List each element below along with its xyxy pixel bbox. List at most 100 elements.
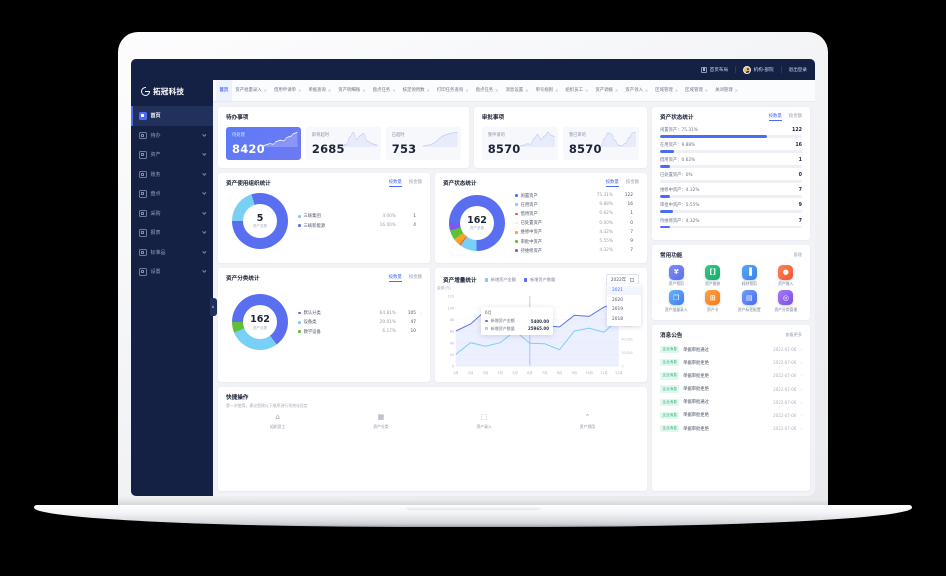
year-option[interactable]: 2019 [607, 305, 641, 315]
year-option[interactable]: 2018 [607, 315, 641, 325]
tab-13[interactable]: 资产领入 ✕ [622, 80, 652, 101]
tab-7[interactable]: 打印任务查询 ✕ [433, 80, 472, 101]
toggle-by-amount[interactable]: 按金额 [789, 113, 802, 121]
legend-item[interactable]: 待维修资产 4.32% 7 [515, 246, 639, 255]
legend-item[interactable]: 三峡集团 4.00% 1 [298, 212, 422, 221]
legend-item[interactable]: 教学设备 6.17% 10 [298, 327, 422, 336]
close-icon[interactable]: ✕ [525, 80, 528, 101]
announcement-row[interactable]: 企业消息 单据审批拒绝 2022-07-06 › [660, 369, 802, 382]
org-card-toggle[interactable]: 按数量 按金额 [388, 179, 422, 187]
announcement-row[interactable]: 企业消息 单据审批拒绝 2022-07-06 › [660, 409, 802, 422]
sidebar-item-6[interactable]: 报表 [131, 223, 213, 243]
year-option[interactable]: 2021 [607, 285, 641, 296]
quick-action[interactable]: ⌂ 组织员工 [226, 413, 329, 430]
stat-card-1[interactable]: 即将超时 2685 [305, 127, 381, 160]
close-icon[interactable]: ✕ [495, 80, 498, 101]
legend-item[interactable]: 闲置资产 75.31% 122 [515, 191, 639, 200]
tab-16[interactable]: 关闭管理 ✕ [712, 80, 742, 101]
legend-item[interactable]: 设备类 29.01% 47 [298, 318, 422, 327]
status-bar-row[interactable]: 已处置资产：0% 0 [660, 172, 802, 183]
tab-3[interactable]: 单据查询 ✕ [305, 80, 335, 101]
functions-manage-link[interactable]: 管理 [794, 252, 802, 258]
function-tile[interactable]: ● 资产借入 [769, 264, 804, 287]
legend-item[interactable]: 审批中资产 5.55% 9 [515, 237, 639, 246]
growth-legend-count[interactable]: 新增资产数量 [523, 277, 555, 283]
tab-14[interactable]: 区域管理 ✕ [652, 80, 682, 101]
status-bar-row[interactable]: 审批中资产：5.55% 9 [660, 202, 802, 214]
status-bar-row[interactable]: 维修中资产：4.32% 7 [660, 187, 802, 198]
close-icon[interactable]: ✕ [427, 80, 430, 101]
function-tile[interactable]: ¥ 资产领用 [659, 264, 694, 287]
status-card-toggle[interactable]: 按数量 按金额 [605, 179, 639, 187]
close-icon[interactable]: ✕ [392, 80, 395, 101]
stat-card-0[interactable]: 待处理 8420 [226, 127, 301, 160]
status-bar-row[interactable]: 待维修资产：4.32% 7 [660, 218, 802, 229]
announcement-row[interactable]: 企业消息 单据审批通过 2022-07-06 › [660, 396, 802, 409]
announcement-row[interactable]: 企业消息 单据审批拒绝 2022-07-06 › [660, 422, 802, 435]
toggle-by-count[interactable]: 按数量 [388, 179, 402, 187]
close-icon[interactable]: ✕ [328, 80, 331, 101]
year-dropdown-menu[interactable]: 2021 2020 2019 2018 [607, 284, 641, 326]
close-icon[interactable]: ✕ [735, 80, 738, 101]
toggle-by-amount[interactable]: 按金额 [409, 274, 422, 282]
close-icon[interactable]: ✕ [555, 80, 558, 101]
announcement-row[interactable]: 企业消息 单据审批拒绝 2022-07-06 › [660, 356, 802, 369]
sidebar-collapse-button[interactable] [210, 298, 217, 316]
sidebar-item-0[interactable]: 首页 [131, 106, 213, 126]
year-option[interactable]: 2020 [607, 295, 641, 305]
tab-2[interactable]: 借用申请单 ✕ [271, 80, 305, 101]
close-icon[interactable]: ✕ [465, 80, 468, 101]
class-card-toggle[interactable]: 按数量 按金额 [388, 274, 422, 283]
toggle-by-amount[interactable]: 按金额 [409, 179, 422, 187]
close-icon[interactable]: ✕ [645, 80, 648, 101]
topbar-item-account[interactable]: 机构-部院 [743, 65, 774, 74]
quick-action[interactable]: ⌃ 资产领用 [536, 413, 639, 430]
tab-10[interactable]: 单号规则 ✕ [532, 80, 562, 101]
sidebar-item-7[interactable]: 标准品 [131, 243, 213, 263]
tab-5[interactable]: 盘点任务 ✕ [369, 80, 399, 101]
sidebar-item-3[interactable]: 账务 [131, 165, 213, 185]
tab-1[interactable]: 资产批量录入 ✕ [232, 80, 271, 101]
function-tile[interactable]: ⊞ 资产卡 [696, 290, 731, 312]
sidebar-item-8[interactable]: 设置 [131, 262, 213, 282]
tab-4[interactable]: 资产明细账 ✕ [335, 80, 369, 101]
close-icon[interactable]: ✕ [585, 80, 588, 101]
announcement-row[interactable]: 企业消息 单据审批拒绝 2022-07-06 › [660, 382, 802, 395]
topbar-item-layout[interactable]: 首页布局 [701, 66, 728, 73]
function-tile[interactable]: ▐ 耗材领用 [732, 264, 767, 287]
legend-item[interactable]: 在用资产 9.88% 16 [515, 200, 639, 209]
stat-card-0[interactable]: 我申请的 8570 [481, 127, 558, 160]
close-icon[interactable]: ✕ [675, 80, 678, 101]
status-panel-toggle[interactable]: 按数量 按金额 [768, 113, 802, 121]
tab-11[interactable]: 组织员工 ✕ [562, 80, 592, 101]
function-tile[interactable]: ◎ 资产分类管理 [769, 290, 804, 312]
topbar-item-logout[interactable]: 退出登录 [789, 67, 807, 73]
sidebar-item-1[interactable]: 待办 [131, 126, 213, 146]
toggle-by-amount[interactable]: 按金额 [626, 179, 639, 187]
toggle-by-count[interactable]: 按数量 [605, 179, 619, 187]
legend-item[interactable]: 借用资产 0.62% 1 [515, 209, 639, 218]
tab-15[interactable]: 区域管理 ✕ [682, 80, 712, 101]
function-tile[interactable]: [] 资产维修 [696, 264, 731, 287]
sidebar-item-5[interactable]: 采购 [131, 204, 213, 224]
function-tile[interactable]: ❐ 资产批量录入 [659, 290, 694, 312]
tab-bar[interactable]: 首页 资产批量录入 ✕ 借用申请单 ✕ 单据查询 ✕ 资产明细账 ✕ 盘点任务 ✕ 核定领用数 ✕ 打印任… [213, 80, 815, 102]
toggle-by-count[interactable]: 按数量 [768, 113, 782, 121]
announcements-more-link[interactable]: 查看更多 [785, 332, 802, 338]
legend-item[interactable]: 维修中资产 4.32% 7 [515, 228, 639, 237]
sidebar-item-2[interactable]: 资产 [131, 145, 213, 165]
status-bar-row[interactable]: 闲置资产：75.31% 122 [660, 127, 802, 138]
legend-item[interactable]: 已处置资产 0.00% 0 [515, 219, 639, 228]
tab-6[interactable]: 核定领用数 ✕ [399, 80, 433, 101]
legend-item[interactable]: 三峡新能源 16.00% 4 [298, 221, 422, 230]
tab-0[interactable]: 首页 [216, 80, 232, 101]
close-icon[interactable]: ✕ [298, 80, 301, 101]
announcement-row[interactable]: 企业消息 单据审批通过 2022-07-06 › [660, 343, 802, 356]
quick-action[interactable]: ⬚ 资产录入 [433, 413, 536, 430]
status-bar-row[interactable]: 在用资产：9.88% 16 [660, 142, 802, 153]
legend-item[interactable]: 默认分类 64.81% 105 › [298, 309, 422, 318]
quick-action[interactable]: ▦ 资产分类 [329, 413, 432, 430]
status-bar-row[interactable]: 借用资产：0.62% 1 [660, 157, 802, 168]
close-icon[interactable]: ✕ [705, 80, 708, 101]
toggle-by-count[interactable]: 按数量 [388, 274, 402, 283]
